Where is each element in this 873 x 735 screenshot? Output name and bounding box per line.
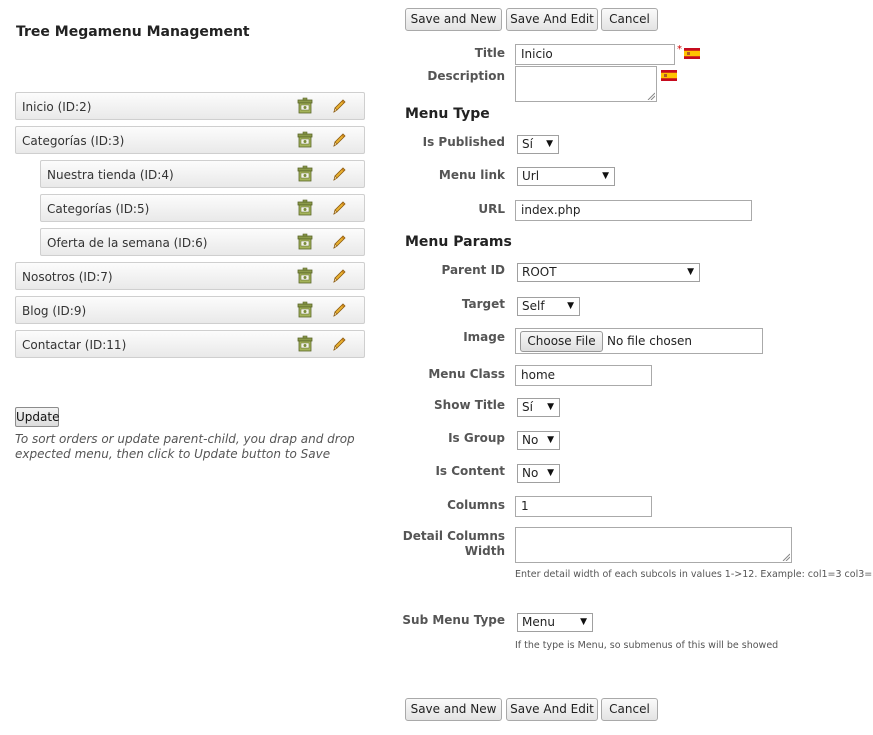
- image-label: Image: [463, 330, 505, 344]
- pencil-icon[interactable]: [330, 301, 348, 319]
- show-title-value: Sí: [522, 400, 533, 414]
- tree-hint-text: To sort orders or update parent-child, y…: [15, 432, 355, 461]
- pencil-icon[interactable]: [330, 97, 348, 115]
- tree-item[interactable]: Contactar (ID:11): [15, 330, 365, 358]
- tree-item[interactable]: Categorías (ID:5): [40, 194, 365, 222]
- tree-item-label: Categorías (ID:3): [22, 134, 125, 148]
- is-group-value: No: [522, 433, 539, 447]
- menu-link-label: Menu link: [438, 168, 505, 182]
- dropdown-arrow-icon: ▼: [546, 139, 553, 149]
- detail-columns-help-text: Enter detail width of each subcols in va…: [515, 569, 873, 580]
- target-label: Target: [461, 297, 505, 311]
- dropdown-arrow-icon: ▼: [547, 402, 554, 412]
- columns-label: Columns: [447, 498, 505, 512]
- description-label: Description: [427, 69, 505, 83]
- menu-class-label: Menu Class: [428, 367, 505, 381]
- tree-item-label: Oferta de la semana (ID:6): [47, 236, 208, 250]
- parent-id-select[interactable]: ROOT ▼: [517, 263, 700, 282]
- trash-icon[interactable]: [296, 165, 314, 183]
- url-label: URL: [478, 202, 505, 216]
- menu-link-value: Url: [522, 169, 540, 183]
- detail-columns-width-label: Detail Columns Width: [402, 529, 505, 558]
- choose-file-button[interactable]: Choose File: [520, 331, 603, 352]
- image-file-input[interactable]: Choose File No file chosen: [515, 328, 763, 354]
- pencil-icon[interactable]: [330, 267, 348, 285]
- pencil-icon[interactable]: [330, 233, 348, 251]
- spain-flag-icon[interactable]: [684, 48, 700, 59]
- tree-item[interactable]: Categorías (ID:3): [15, 126, 365, 154]
- is-published-select[interactable]: Sí ▼: [517, 135, 559, 154]
- trash-icon[interactable]: [296, 335, 314, 353]
- dropdown-arrow-icon: ▼: [580, 617, 587, 627]
- trash-icon[interactable]: [296, 131, 314, 149]
- description-textarea[interactable]: [515, 66, 657, 102]
- tree-item-label: Blog (ID:9): [22, 304, 87, 318]
- is-published-label: Is Published: [422, 135, 505, 149]
- resize-handle-icon[interactable]: [647, 92, 655, 100]
- show-title-label: Show Title: [434, 398, 505, 412]
- is-content-select[interactable]: No ▼: [517, 464, 560, 483]
- menu-link-select[interactable]: Url ▼: [517, 167, 615, 186]
- title-input[interactable]: Inicio: [515, 44, 675, 65]
- tree-item[interactable]: Nuestra tienda (ID:4): [40, 160, 365, 188]
- trash-icon[interactable]: [296, 97, 314, 115]
- is-group-select[interactable]: No ▼: [517, 431, 560, 450]
- dropdown-arrow-icon: ▼: [687, 267, 694, 277]
- tree-item[interactable]: Inicio (ID:2): [15, 92, 365, 120]
- is-content-value: No: [522, 466, 539, 480]
- trash-icon[interactable]: [296, 233, 314, 251]
- detail-columns-width-textarea[interactable]: [515, 527, 792, 563]
- required-mark: *: [677, 44, 682, 55]
- menu-class-input[interactable]: home: [515, 365, 652, 386]
- spain-flag-icon[interactable]: [661, 70, 677, 81]
- dropdown-arrow-icon: ▼: [602, 171, 609, 181]
- resize-handle-icon[interactable]: [782, 553, 790, 561]
- save-and-edit-button[interactable]: Save And Edit: [506, 8, 598, 31]
- url-input[interactable]: index.php: [515, 200, 752, 221]
- tree-item-label: Contactar (ID:11): [22, 338, 127, 352]
- is-group-label: Is Group: [448, 431, 505, 445]
- trash-icon[interactable]: [296, 199, 314, 217]
- trash-icon[interactable]: [296, 301, 314, 319]
- dropdown-arrow-icon: ▼: [567, 301, 574, 311]
- tree-item[interactable]: Blog (ID:9): [15, 296, 365, 324]
- tree-item[interactable]: Nosotros (ID:7): [15, 262, 365, 290]
- cancel-button[interactable]: Cancel: [601, 8, 658, 31]
- no-file-chosen-text: No file chosen: [607, 334, 693, 348]
- sub-menu-type-select[interactable]: Menu ▼: [517, 613, 593, 632]
- menu-type-heading: Menu Type: [405, 106, 490, 122]
- show-title-select[interactable]: Sí ▼: [517, 398, 560, 417]
- save-and-new-button-bottom[interactable]: Save and New: [405, 698, 502, 721]
- pencil-icon[interactable]: [330, 199, 348, 217]
- columns-input[interactable]: 1: [515, 496, 652, 517]
- update-button[interactable]: Update: [15, 407, 59, 427]
- sub-menu-type-help-text: If the type is Menu, so submenus of this…: [515, 640, 779, 651]
- sub-menu-type-value: Menu: [522, 615, 555, 629]
- target-select[interactable]: Self ▼: [517, 297, 580, 316]
- pencil-icon[interactable]: [330, 131, 348, 149]
- parent-id-label: Parent ID: [441, 263, 505, 277]
- tree-item-label: Categorías (ID:5): [47, 202, 150, 216]
- target-value: Self: [522, 299, 545, 313]
- dropdown-arrow-icon: ▼: [547, 435, 554, 445]
- cancel-button-bottom[interactable]: Cancel: [601, 698, 658, 721]
- tree-item-label: Inicio (ID:2): [22, 100, 92, 114]
- dropdown-arrow-icon: ▼: [547, 468, 554, 478]
- is-published-value: Sí: [522, 137, 533, 151]
- tree-item-label: Nosotros (ID:7): [22, 270, 113, 284]
- save-and-edit-button-bottom[interactable]: Save And Edit: [506, 698, 598, 721]
- tree-title: Tree Megamenu Management: [16, 24, 250, 40]
- parent-id-value: ROOT: [522, 265, 557, 279]
- pencil-icon[interactable]: [330, 165, 348, 183]
- tree-item-label: Nuestra tienda (ID:4): [47, 168, 174, 182]
- is-content-label: Is Content: [435, 464, 505, 478]
- tree-item[interactable]: Oferta de la semana (ID:6): [40, 228, 365, 256]
- pencil-icon[interactable]: [330, 335, 348, 353]
- menu-params-heading: Menu Params: [405, 234, 512, 250]
- save-and-new-button[interactable]: Save and New: [405, 8, 502, 31]
- title-label: Title: [474, 46, 505, 60]
- trash-icon[interactable]: [296, 267, 314, 285]
- sub-menu-type-label: Sub Menu Type: [402, 613, 505, 627]
